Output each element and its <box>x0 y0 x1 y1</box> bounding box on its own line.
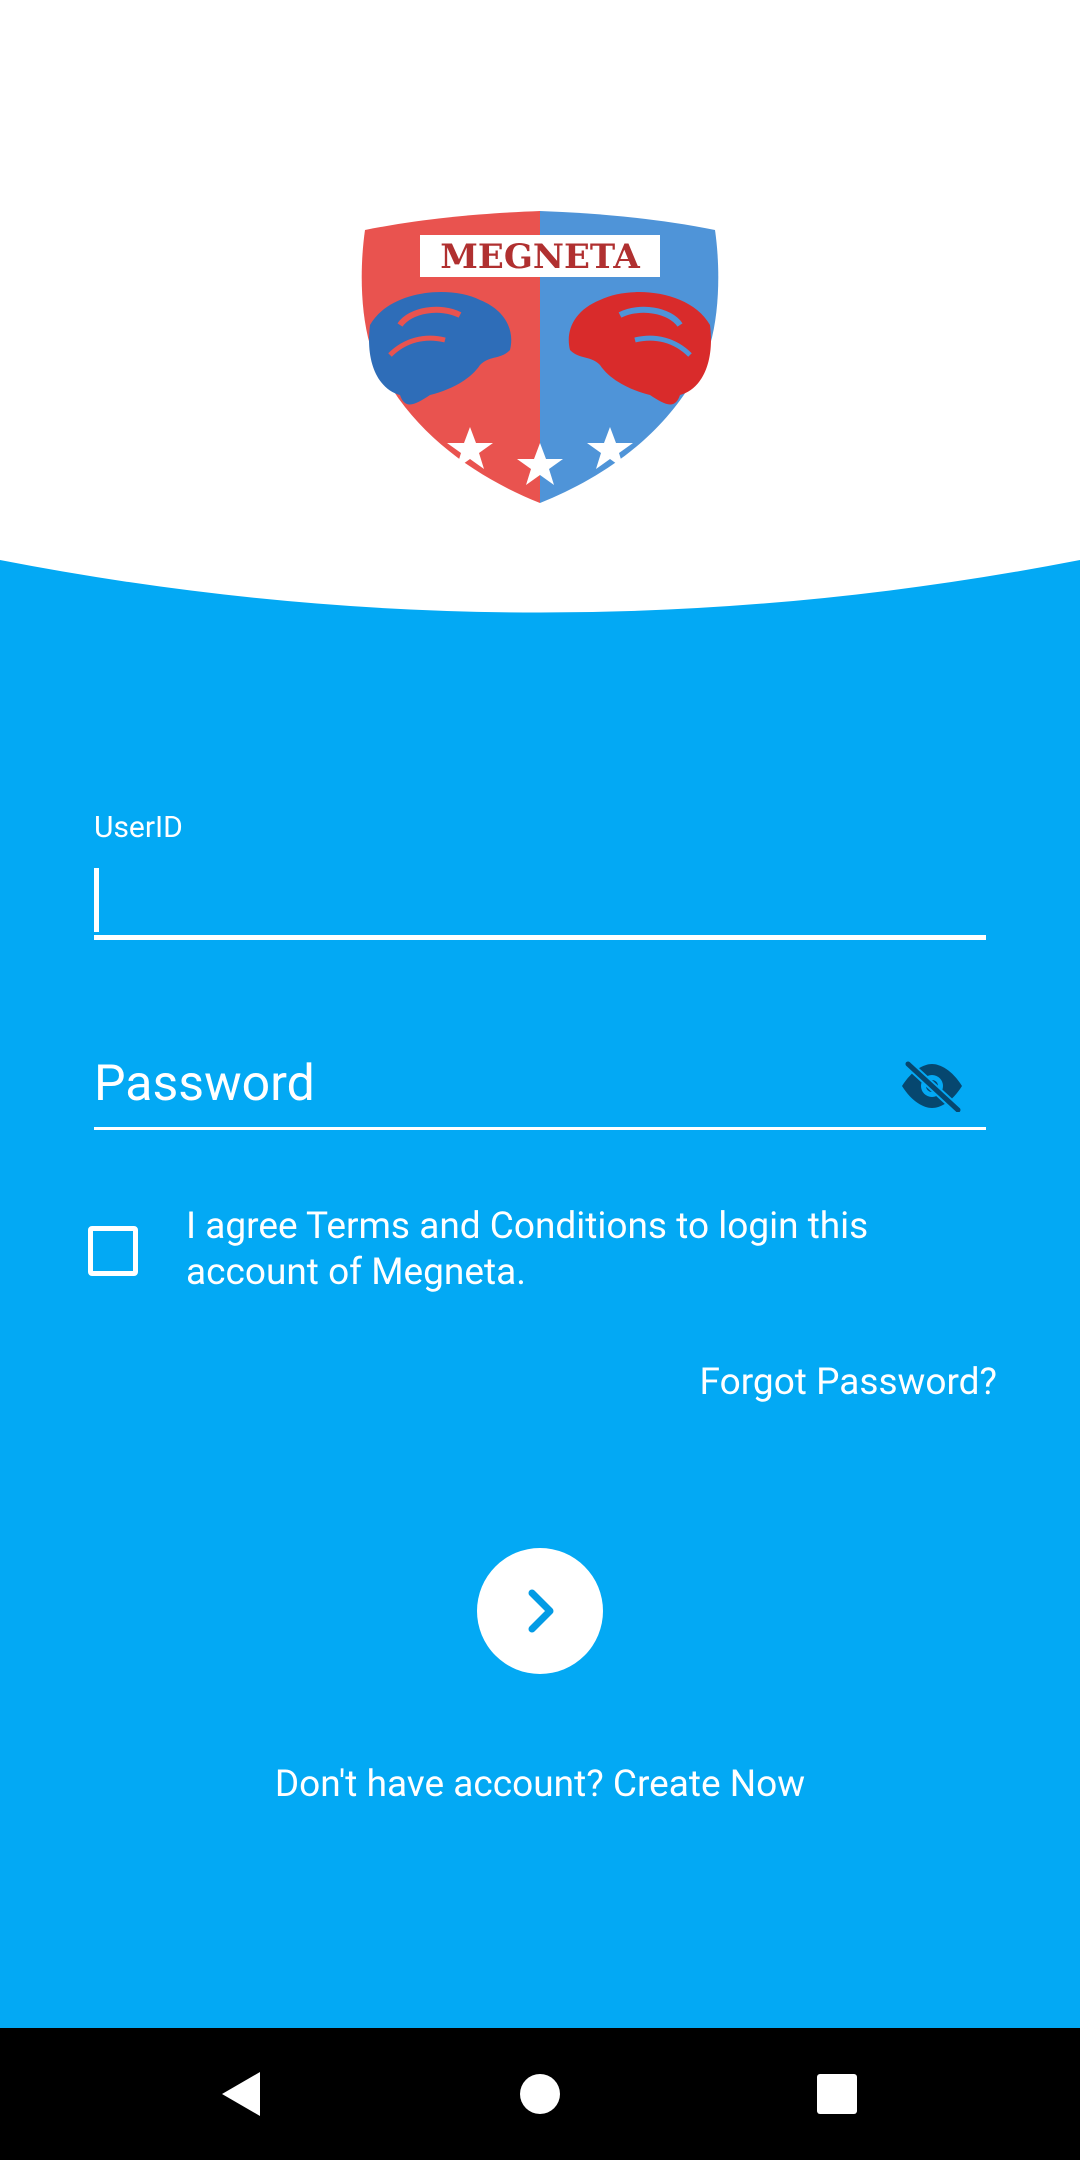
eye-off-icon[interactable] <box>900 1059 964 1115</box>
home-button[interactable] <box>480 2028 600 2160</box>
terms-checkbox[interactable] <box>88 1226 138 1276</box>
userid-input[interactable] <box>94 860 986 940</box>
text-cursor <box>94 868 99 932</box>
terms-label[interactable]: I agree Terms and Conditions to login th… <box>186 1204 1006 1296</box>
create-account-link[interactable]: Don't have account? Create Now <box>0 1762 1080 1808</box>
userid-label: UserID <box>94 810 183 845</box>
logo-text: MEGNETA <box>440 237 640 277</box>
back-triangle-icon <box>222 2072 260 2116</box>
recents-square-icon <box>817 2074 857 2114</box>
megneta-logo: MEGNETA <box>330 205 750 505</box>
password-input[interactable]: Password <box>94 1040 986 1130</box>
login-screen: MEGNETA UserID Password I agree Terms an… <box>0 0 1080 2160</box>
recents-button[interactable] <box>777 2028 897 2160</box>
password-placeholder: Password <box>94 1055 315 1113</box>
forgot-password-link[interactable]: Forgot Password? <box>700 1360 997 1406</box>
login-button[interactable] <box>477 1548 603 1674</box>
home-circle-icon <box>520 2074 560 2114</box>
back-button[interactable] <box>180 2028 300 2160</box>
chevron-right-icon <box>528 1589 554 1633</box>
system-nav-bar <box>0 2028 1080 2160</box>
